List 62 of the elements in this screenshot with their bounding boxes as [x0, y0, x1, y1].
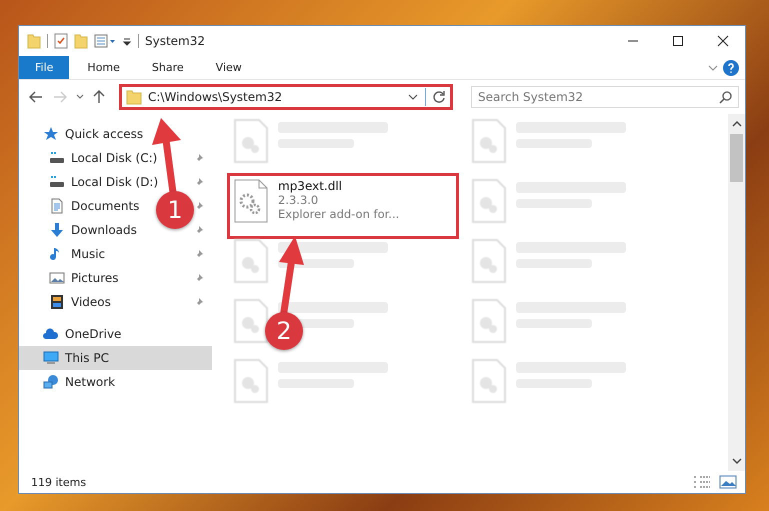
- drive-icon: [49, 174, 65, 190]
- picture-icon: [49, 270, 65, 286]
- search-icon[interactable]: [719, 90, 733, 104]
- sidebar-item[interactable]: This PC: [19, 346, 212, 370]
- network-globe-icon: [43, 374, 59, 390]
- sidebar-item[interactable]: OneDrive: [19, 322, 212, 346]
- faded-file-icon: [472, 179, 506, 223]
- gear-file-icon: [234, 179, 268, 223]
- item-count: 119 items: [31, 476, 86, 488]
- faded-file-icon: [472, 119, 506, 163]
- window-title: System32: [145, 34, 206, 48]
- monitor-icon: [43, 350, 59, 366]
- maximize-icon: [672, 35, 684, 47]
- ribbon-tab[interactable]: Home: [73, 56, 134, 79]
- sidebar-item[interactable]: Music: [19, 242, 114, 266]
- scroll-down-icon[interactable]: [732, 457, 742, 465]
- faded-file-icon: [472, 359, 506, 403]
- close-icon: [716, 35, 728, 47]
- refresh-icon[interactable]: [432, 90, 446, 104]
- folder-icon: [126, 89, 142, 105]
- back-arrow-icon: [29, 91, 43, 103]
- address-path: C:\Windows\System32: [148, 90, 284, 104]
- help-icon[interactable]: [723, 60, 739, 76]
- up-arrow-icon: [93, 90, 105, 104]
- faded-file-icon: [234, 359, 268, 403]
- drive-icon: [49, 150, 65, 166]
- sidebar-item[interactable]: Downloads: [19, 218, 145, 242]
- file-tile[interactable]: mp3ext.dll 2.3.3.0 Explorer add-on for...: [230, 176, 456, 236]
- back-button[interactable]: [27, 89, 45, 105]
- sidebar-item[interactable]: Network: [19, 370, 212, 394]
- sidebar-item[interactable]: Quick access: [19, 122, 212, 146]
- document-icon: [49, 198, 65, 214]
- cloud-icon: [43, 326, 59, 342]
- download-arrow-icon: [49, 222, 65, 238]
- faded-file-icon: [472, 239, 506, 283]
- large-icons-view-icon[interactable]: [719, 475, 737, 489]
- details-view-icon[interactable]: [693, 475, 711, 489]
- faded-file-icon: [234, 299, 268, 343]
- search-field[interactable]: Search System32: [471, 86, 739, 108]
- ribbon-tab[interactable]: View: [202, 56, 256, 79]
- file-name: mp3ext.dll: [278, 179, 344, 193]
- up-button[interactable]: [91, 88, 107, 106]
- sidebar-item[interactable]: Local Disk (C:): [19, 146, 166, 170]
- file-detail: Explorer add-on for...: [278, 207, 400, 221]
- address-bar[interactable]: C:\Windows\System32: [119, 84, 453, 110]
- checklist-icon[interactable]: [54, 33, 68, 49]
- ribbon-tab[interactable]: Share: [138, 56, 198, 79]
- scrollbar-thumb[interactable]: [730, 134, 743, 182]
- faded-file-icon: [234, 239, 268, 283]
- faded-file-icon: [234, 119, 268, 163]
- sidebar-item[interactable]: Pictures: [19, 266, 127, 290]
- sidebar-item[interactable]: Videos: [19, 290, 119, 314]
- film-icon: [49, 294, 65, 310]
- sidebar-item[interactable]: Documents: [19, 194, 148, 218]
- file-detail: 2.3.3.0: [278, 193, 320, 207]
- ribbon-tab[interactable]: File: [19, 56, 70, 79]
- properties-icon[interactable]: [94, 33, 116, 49]
- scrollbar[interactable]: [728, 114, 745, 471]
- sidebar-item[interactable]: Local Disk (D:): [19, 170, 166, 194]
- scroll-up-icon[interactable]: [732, 120, 742, 128]
- star-icon: [43, 126, 59, 142]
- faded-file-icon: [472, 299, 506, 343]
